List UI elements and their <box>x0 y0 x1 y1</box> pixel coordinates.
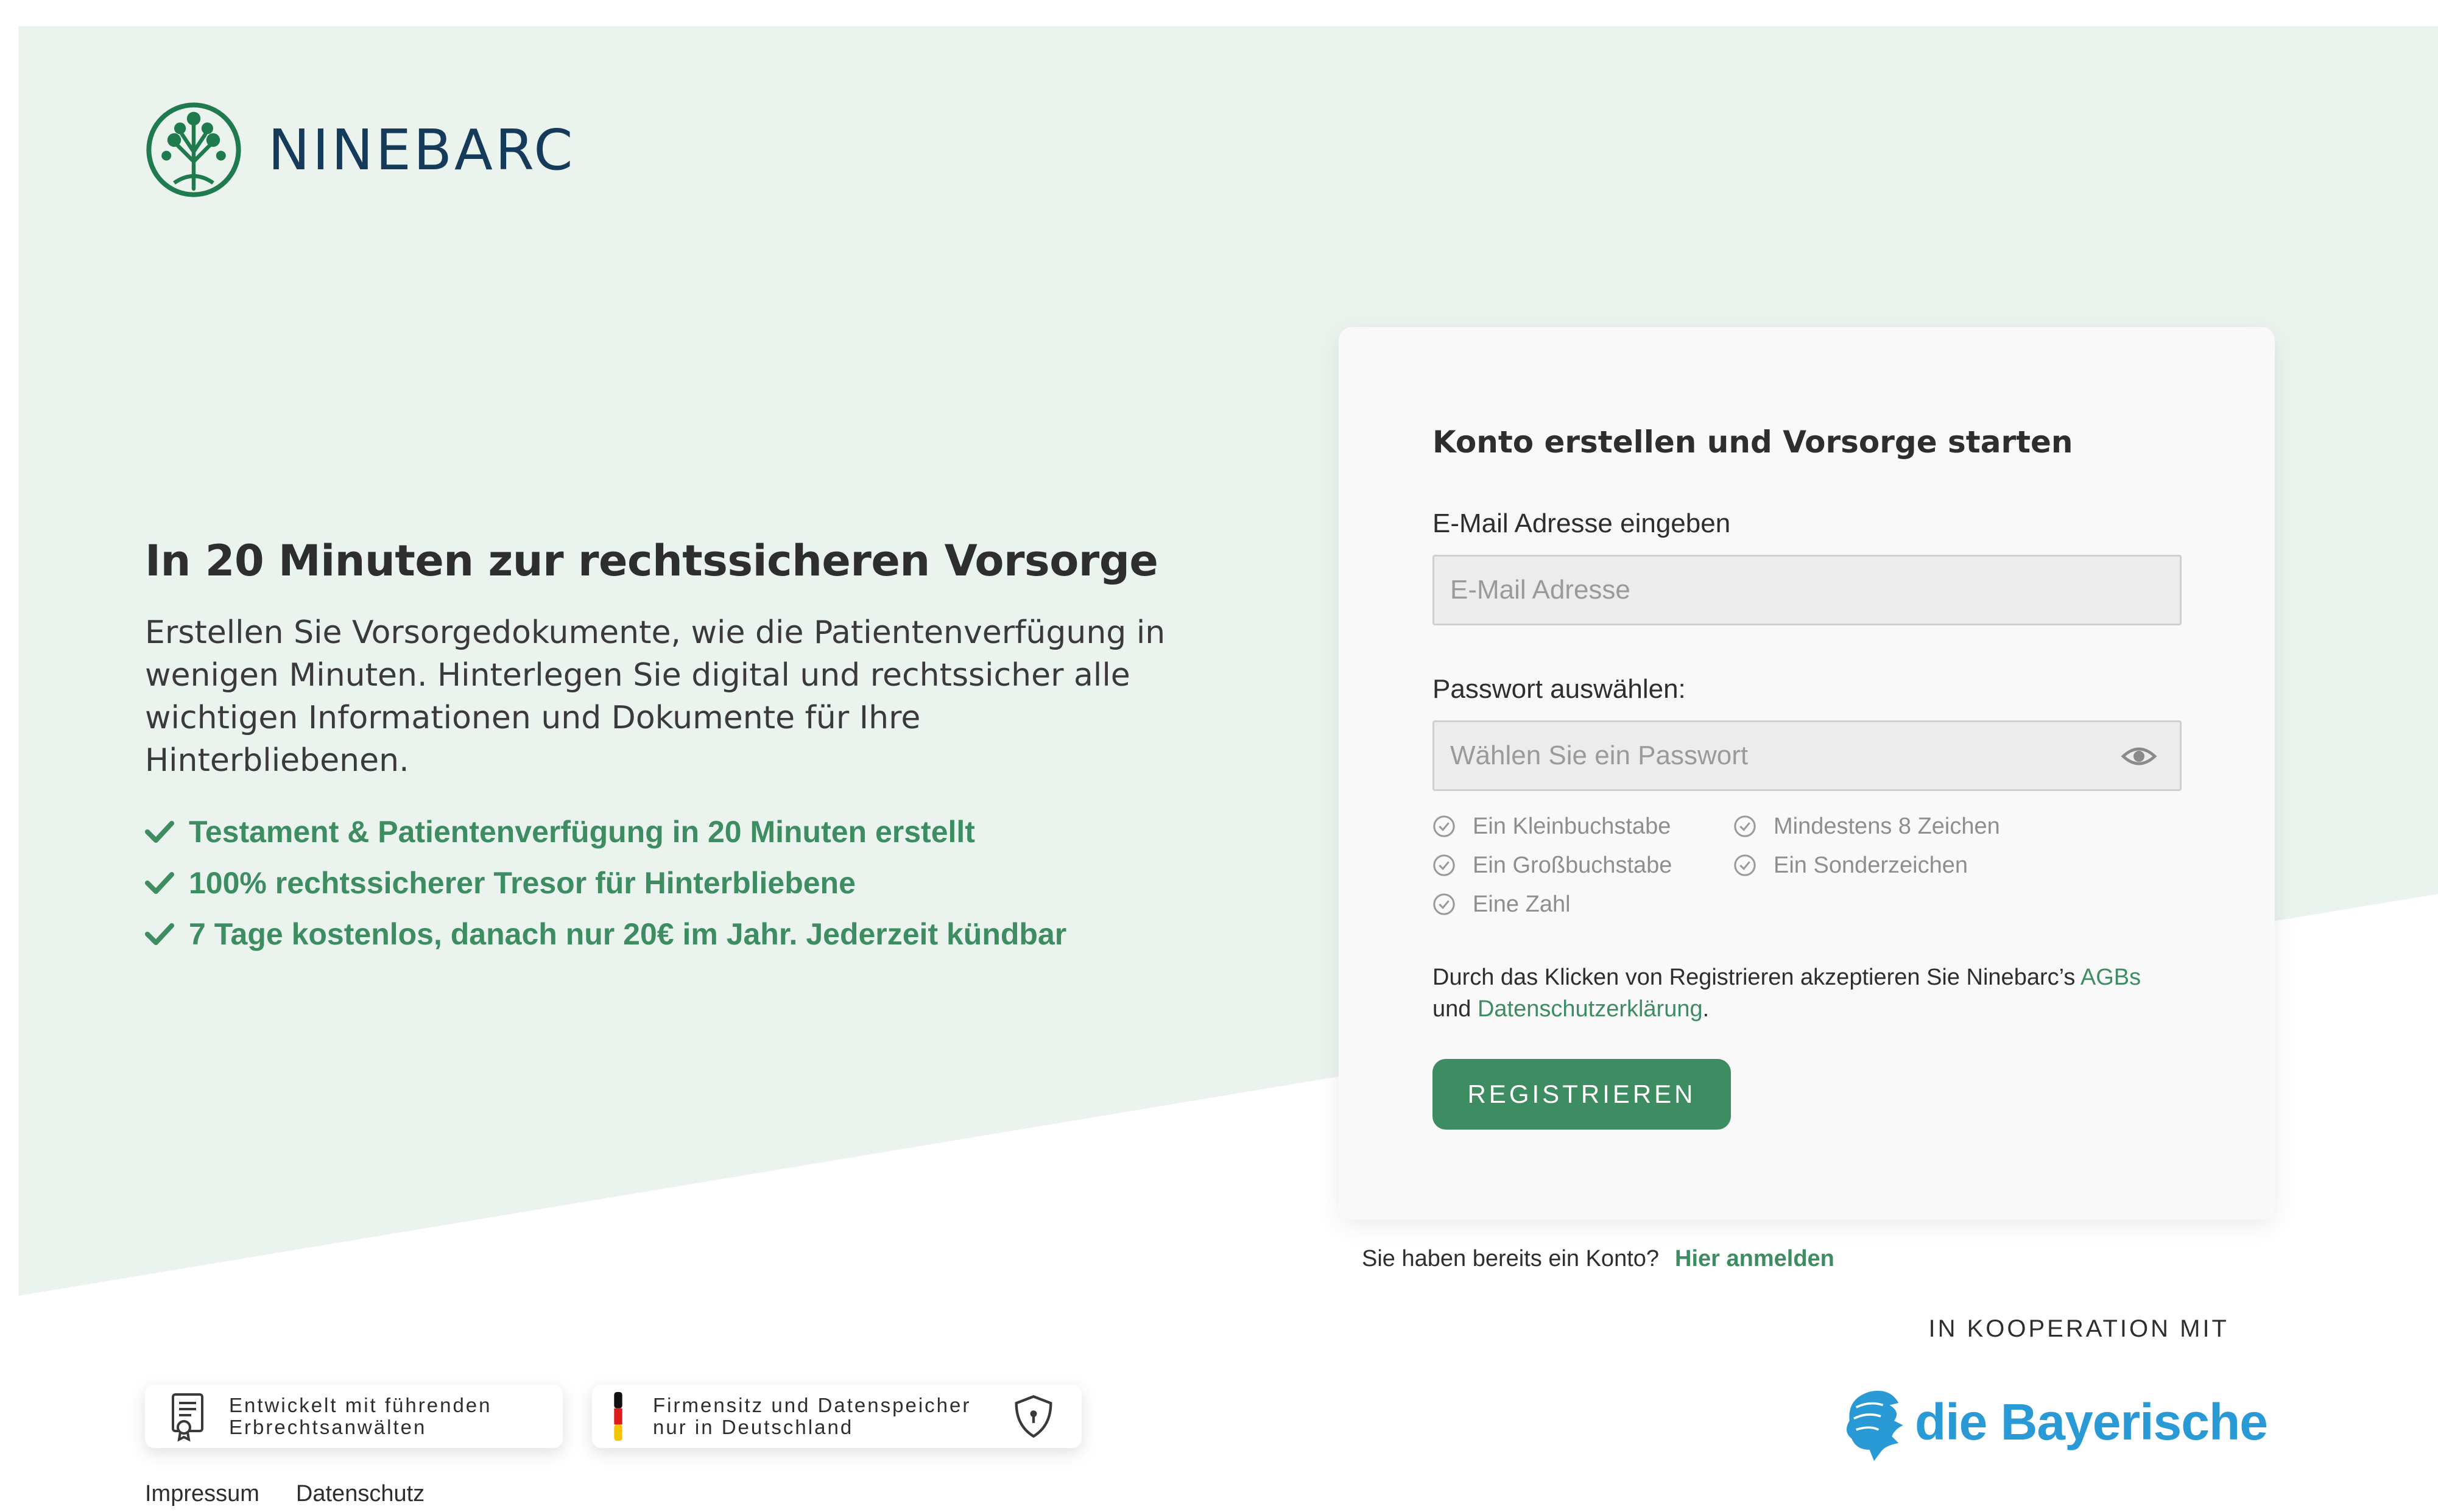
terms-suffix: . <box>1702 996 1710 1022</box>
password-rule: Eine Zahl <box>1432 891 1733 918</box>
checkmark-icon <box>145 821 174 843</box>
germany-badge: Firmensitz und Datenspeicher nur in Deut… <box>592 1385 1082 1448</box>
partner-name: die Bayerische <box>1915 1393 2268 1450</box>
check-circle-icon <box>1734 854 1756 876</box>
hero-title: In 20 Minuten zur rechtssicheren Vorsorg… <box>145 536 1158 586</box>
lion-head-icon <box>1846 1390 1903 1461</box>
register-button[interactable]: REGISTRIEREN <box>1432 1059 1731 1130</box>
password-field-wrapper <box>1432 720 2182 791</box>
lawyer-badge: Entwickelt mit führenden Erbrechtsanwält… <box>145 1385 563 1448</box>
tree-in-circle-icon <box>146 102 241 197</box>
form-title: Konto erstellen und Vorsorge starten <box>1432 424 2073 460</box>
password-rules: Ein Kleinbuchstabe Mindestens 8 Zeichen … <box>1432 813 2182 918</box>
feature-list: Testament & Patientenverfügung in 20 Min… <box>145 806 1205 960</box>
shield-icon <box>1015 1395 1052 1438</box>
agb-link[interactable]: AGBs <box>2080 965 2141 990</box>
password-rule: Ein Sonderzeichen <box>1733 852 2038 879</box>
partner-logo[interactable]: die Bayerische <box>1841 1382 2268 1461</box>
logo[interactable]: NINEBARC <box>145 101 576 199</box>
terms-prefix: Durch das Klicken von Registrieren akzep… <box>1432 965 2080 990</box>
password-rule-label: Ein Sonderzeichen <box>1774 852 1968 878</box>
checkmark-icon <box>145 923 174 945</box>
badge-line: nur in Deutschland <box>653 1416 854 1438</box>
feature-item: 100% rechtssicherer Tresor für Hinterbli… <box>145 857 1205 909</box>
registration-form: Konto erstellen und Vorsorge starten E-M… <box>1432 424 2182 1130</box>
password-label: Passwort auswählen: <box>1432 674 1686 704</box>
password-rule-label: Ein Kleinbuchstabe <box>1473 813 1671 839</box>
password-rule-label: Ein Großbuchstabe <box>1473 852 1672 878</box>
password-rule: Mindestens 8 Zeichen <box>1733 813 2038 840</box>
password-input[interactable] <box>1434 722 2180 789</box>
feature-label: Testament & Patientenverfügung in 20 Min… <box>189 815 975 849</box>
login-row: Sie haben bereits ein Konto? Hier anmelde… <box>1362 1246 1834 1272</box>
check-circle-icon <box>1433 893 1455 915</box>
datenschutz-link[interactable]: Datenschutz <box>296 1481 425 1507</box>
hero-section: In 20 Minuten zur rechtssicheren Vorsorg… <box>145 536 1205 960</box>
eye-icon[interactable] <box>2120 744 2158 768</box>
privacy-link[interactable]: Datenschutzerklärung <box>1478 996 1703 1022</box>
badge-line: Entwickelt mit führenden <box>229 1394 492 1416</box>
check-circle-icon <box>1433 815 1455 837</box>
login-prompt: Sie haben bereits ein Konto? <box>1362 1246 1660 1271</box>
badge-text: Entwickelt mit führenden Erbrechtsanwält… <box>229 1394 492 1438</box>
certificate-document-icon <box>172 1393 203 1442</box>
impressum-link[interactable]: Impressum <box>145 1481 259 1507</box>
feature-label: 100% rechtssicherer Tresor für Hinterbli… <box>189 866 856 900</box>
badge-line: Firmensitz und Datenspeicher <box>653 1394 971 1416</box>
german-flag-icon <box>614 1392 622 1441</box>
terms-text: Durch das Klicken von Registrieren akzep… <box>1432 962 2182 1025</box>
password-rule: Ein Großbuchstabe <box>1432 852 1733 879</box>
login-link[interactable]: Hier anmelden <box>1675 1246 1834 1271</box>
password-rule: Ein Kleinbuchstabe <box>1432 813 1733 840</box>
terms-und: und <box>1432 996 1478 1022</box>
feature-item: 7 Tage kostenlos, danach nur 20€ im Jahr… <box>145 909 1205 960</box>
email-input[interactable] <box>1434 557 2180 624</box>
badge-text: Firmensitz und Datenspeicher nur in Deut… <box>653 1394 971 1438</box>
password-rule-label: Mindestens 8 Zeichen <box>1774 813 2000 839</box>
check-circle-icon <box>1433 854 1455 876</box>
hero-description: Erstellen Sie Vorsorgedokumente, wie die… <box>145 614 1166 779</box>
checkmark-icon <box>145 872 174 894</box>
logo-text: NINEBARC <box>268 117 576 183</box>
registration-card: Konto erstellen und Vorsorge starten E-M… <box>1339 327 2275 1220</box>
feature-item: Testament & Patientenverfügung in 20 Min… <box>145 806 1205 857</box>
feature-label: 7 Tage kostenlos, danach nur 20€ im Jahr… <box>189 917 1067 951</box>
cooperation-caption: IN KOOPERATION MIT <box>1928 1315 2229 1342</box>
badge-line: Erbrechtsanwälten <box>229 1416 427 1438</box>
password-rule-label: Eine Zahl <box>1473 891 1571 917</box>
email-label: E-Mail Adresse eingeben <box>1432 508 1731 538</box>
check-circle-icon <box>1734 815 1756 837</box>
footer-links: Impressum Datenschutz <box>145 1481 425 1507</box>
email-field-wrapper <box>1432 555 2182 625</box>
